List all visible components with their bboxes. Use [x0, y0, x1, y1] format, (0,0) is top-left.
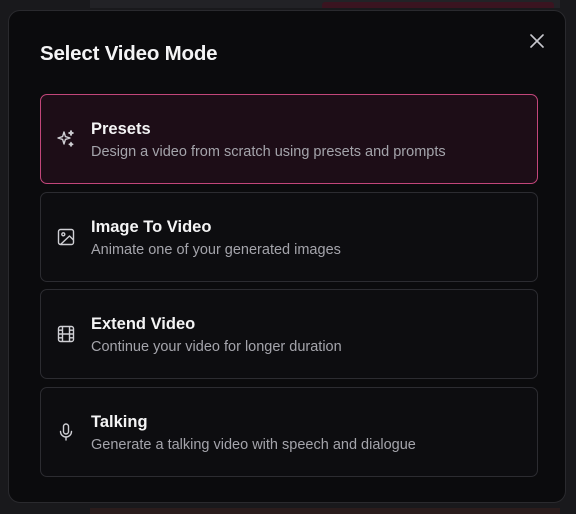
option-image-to-video[interactable]: Image To Video Animate one of your gener…: [40, 191, 538, 282]
option-title: Presets: [91, 120, 151, 138]
sparkles-icon: [56, 129, 76, 149]
film-icon: [56, 324, 76, 344]
select-video-mode-dialog: Select Video Mode Presets Design a video…: [8, 10, 566, 503]
option-description: Animate one of your generated images: [91, 241, 341, 258]
close-icon: [530, 34, 544, 48]
option-presets[interactable]: Presets Design a video from scratch usin…: [40, 94, 538, 184]
microphone-icon: [56, 422, 76, 442]
option-title: Extend Video: [91, 315, 196, 333]
option-title: Talking: [91, 412, 148, 431]
option-title: Image To Video: [91, 217, 212, 236]
background-accent-bar: [322, 2, 554, 8]
option-description: Continue your video for longer duration: [91, 339, 342, 355]
option-extend-video[interactable]: Extend Video Continue your video for lon…: [40, 289, 538, 379]
option-description: Generate a talking video with speech and…: [91, 436, 416, 453]
option-description: Design a video from scratch using preset…: [91, 144, 446, 160]
option-talking[interactable]: Talking Generate a talking video with sp…: [40, 386, 538, 477]
background-toolbar: [90, 0, 560, 8]
image-icon: [56, 227, 76, 247]
background-footer: [90, 508, 560, 514]
video-mode-options: Presets Design a video from scratch usin…: [40, 94, 538, 484]
close-button[interactable]: [527, 31, 547, 51]
dialog-title: Select Video Mode: [40, 42, 218, 65]
